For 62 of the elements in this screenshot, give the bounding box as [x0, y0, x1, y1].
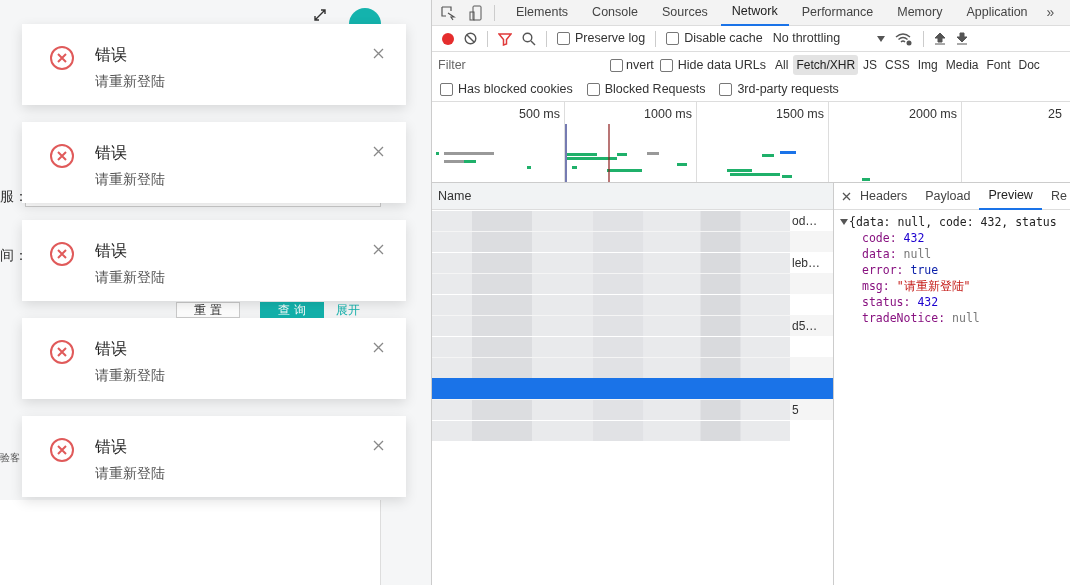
preview-property: status: 432 [861, 294, 940, 310]
column-header[interactable]: Name [438, 186, 472, 206]
notification-message: 请重新登陆 [95, 170, 166, 189]
preview-property: error: true [861, 262, 940, 278]
request-name-text: od… [792, 212, 818, 230]
checkbox-label: 3rd-party requests [737, 81, 839, 99]
notification-message: 请重新登陆 [95, 268, 166, 287]
timeline-tick-label: 25 [1048, 106, 1062, 123]
type-filter-button[interactable]: Doc [1015, 55, 1043, 75]
filter-field[interactable]: Filter [436, 55, 604, 75]
checkbox-label: Has blocked cookies [458, 81, 573, 99]
notification-message: 请重新登陆 [95, 72, 166, 91]
notification-message: 请重新登陆 [95, 366, 166, 385]
detail-tab[interactable]: Headers [851, 183, 917, 210]
table-header-text: 验客 [0, 451, 20, 465]
type-filter-button[interactable]: All [772, 55, 792, 75]
panel-tab[interactable]: Performance [790, 0, 885, 26]
timeline-tick-label: 2000 ms [909, 106, 957, 123]
checkbox-label: nvert [626, 56, 654, 74]
throttling-dropdown[interactable]: No throttling [772, 29, 867, 48]
notification-message: 请重新登陆 [95, 464, 166, 483]
form-label: 服： [0, 186, 25, 206]
notification-title: 错误 [95, 339, 128, 359]
checkbox-label: Blocked Requests [604, 81, 706, 99]
panel-tab[interactable]: Memory [886, 0, 954, 26]
notification-title: 错误 [95, 143, 128, 163]
panel-tab[interactable]: Sources [651, 0, 719, 26]
detail-tab[interactable]: Re [1041, 183, 1070, 210]
type-filter-button[interactable]: Fetch/XHR [793, 55, 859, 75]
preview-property: tradeNotice: null [861, 310, 981, 326]
preview-summary: {data: null, code: 432, status [849, 214, 1057, 230]
notification-title: 错误 [95, 45, 128, 65]
panel-tab[interactable]: Application [955, 0, 1039, 26]
preview-property: code: 432 [861, 230, 926, 246]
preview-property: data: null [861, 246, 933, 262]
request-row[interactable]: 5 [432, 399, 833, 420]
type-filter-button[interactable]: Img [914, 55, 941, 75]
timeline-tick-label: 1000 ms [644, 106, 692, 123]
request-name-text: d5… [792, 317, 818, 335]
checkbox-label: Preserve log [575, 30, 646, 48]
panel-tab[interactable]: Console [581, 0, 649, 26]
notification-title: 错误 [95, 241, 128, 261]
type-filter-button[interactable]: JS [860, 55, 881, 75]
reset-button[interactable]: 重 置 [176, 302, 240, 318]
detail-tab[interactable]: Payload [916, 183, 980, 210]
type-filter-button[interactable]: Font [983, 55, 1014, 75]
preview-property: msg: "请重新登陆" [861, 278, 972, 294]
panel-tab[interactable]: Network [720, 0, 789, 26]
checkbox-label: Hide data URLs [677, 56, 767, 74]
request-row[interactable]: d5… [432, 315, 833, 336]
request-name-text: leb… [792, 254, 820, 272]
type-filter-button[interactable]: Media [942, 55, 982, 75]
more-tabs-button[interactable]: » [1046, 2, 1055, 23]
timeline-tick-label: 500 ms [519, 106, 560, 123]
detail-tab[interactable]: Preview [979, 183, 1042, 210]
checkbox-label: Disable cache [684, 30, 763, 48]
request-name-text: 5 [792, 401, 799, 419]
panel-tab[interactable]: Elements [505, 0, 580, 26]
timeline-tick-label: 1500 ms [776, 106, 824, 123]
type-filter-button[interactable]: CSS [882, 55, 913, 75]
notification-title: 错误 [95, 437, 128, 457]
form-label: 间： [0, 246, 25, 265]
